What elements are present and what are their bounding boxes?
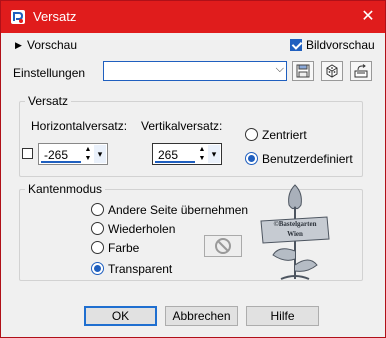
radio-centered-label: Zentriert xyxy=(262,127,307,142)
radio-transparent-label: Transparent xyxy=(108,261,173,276)
checkbox-unchecked-icon xyxy=(22,148,33,160)
vertical-offset-input[interactable]: 265 ▲ ▼ ▾ xyxy=(152,143,222,165)
settings-label: Einstellungen xyxy=(13,66,86,80)
title-bar[interactable]: Versatz ✕ xyxy=(1,1,385,33)
manage-presets-button[interactable] xyxy=(350,61,372,81)
radio-transparent[interactable]: Transparent xyxy=(91,261,172,276)
app-icon xyxy=(11,10,25,24)
horizontal-offset-value: -265 xyxy=(44,148,69,162)
tulip-watermark-icon: ©Bastelgarten Wien xyxy=(260,184,330,280)
radio-unselected-icon xyxy=(91,222,104,236)
save-preset-button[interactable] xyxy=(292,61,314,81)
horizontal-offset-label: Horizontalversatz: xyxy=(31,119,128,133)
preview-label: Vorschau xyxy=(27,38,78,52)
close-button[interactable]: ✕ xyxy=(357,7,379,27)
vertical-offset-value: 265 xyxy=(158,148,179,162)
radio-color[interactable]: Farbe xyxy=(91,240,139,255)
settings-combobox[interactable]: ⌵ xyxy=(103,61,287,81)
radio-selected-icon xyxy=(91,262,104,276)
image-preview-label: Bildvorschau xyxy=(306,37,375,52)
radio-color-label: Farbe xyxy=(108,240,140,255)
image-preview-checkbox[interactable]: Bildvorschau xyxy=(290,37,375,52)
link-checkbox[interactable] xyxy=(22,146,33,160)
ok-button[interactable]: OK xyxy=(84,306,157,326)
restore-default-icon xyxy=(354,64,368,78)
radio-repeat[interactable]: Wiederholen xyxy=(91,221,175,236)
horizontal-offset-input[interactable]: -265 ▲ ▼ ▾ xyxy=(38,143,108,165)
dropdown-arrow-icon[interactable]: ▾ xyxy=(94,145,106,163)
checkbox-checked-icon xyxy=(290,38,302,51)
radio-wrap[interactable]: Andere Seite übernehmen xyxy=(91,202,248,217)
radio-unselected-icon xyxy=(245,128,258,142)
window-title: Versatz xyxy=(33,9,77,24)
spin-arrows-icon[interactable]: ▲ ▼ xyxy=(83,145,93,163)
radio-repeat-label: Wiederholen xyxy=(108,221,176,236)
expand-triangle-icon: ▶ xyxy=(15,40,22,50)
radio-custom[interactable]: Benutzerdefiniert xyxy=(245,151,353,166)
focus-underline xyxy=(155,161,195,163)
dice-icon xyxy=(326,64,338,78)
vertical-offset-label: Vertikalversatz: xyxy=(141,119,223,133)
dialog-window: Versatz ✕ ▶ Vorschau Bildvorschau Einste… xyxy=(0,0,386,338)
edge-mode-group-title: Kantenmodus xyxy=(25,182,106,196)
radio-selected-icon xyxy=(245,152,258,166)
radio-centered[interactable]: Zentriert xyxy=(245,127,307,142)
focus-underline xyxy=(41,161,81,163)
spin-arrows-icon[interactable]: ▲ ▼ xyxy=(197,145,207,163)
radio-unselected-icon xyxy=(91,241,104,255)
radio-wrap-label: Andere Seite übernehmen xyxy=(108,202,249,217)
radio-unselected-icon xyxy=(91,203,104,217)
watermark-line1: ©Bastelgarten xyxy=(274,220,317,228)
offset-group-title: Versatz xyxy=(25,94,72,108)
reset-preset-button[interactable] xyxy=(321,61,343,81)
help-button[interactable]: Hilfe xyxy=(246,306,319,326)
dropdown-arrow-icon[interactable]: ▾ xyxy=(208,145,220,163)
color-swatch[interactable] xyxy=(204,235,242,257)
radio-custom-label: Benutzerdefiniert xyxy=(262,151,353,166)
cancel-button[interactable]: Abbrechen xyxy=(165,306,238,326)
chevron-down-icon: ⌵ xyxy=(275,63,284,75)
watermark-line2: Wien xyxy=(287,230,303,238)
floppy-disk-icon xyxy=(296,64,310,78)
disabled-icon xyxy=(215,238,231,254)
